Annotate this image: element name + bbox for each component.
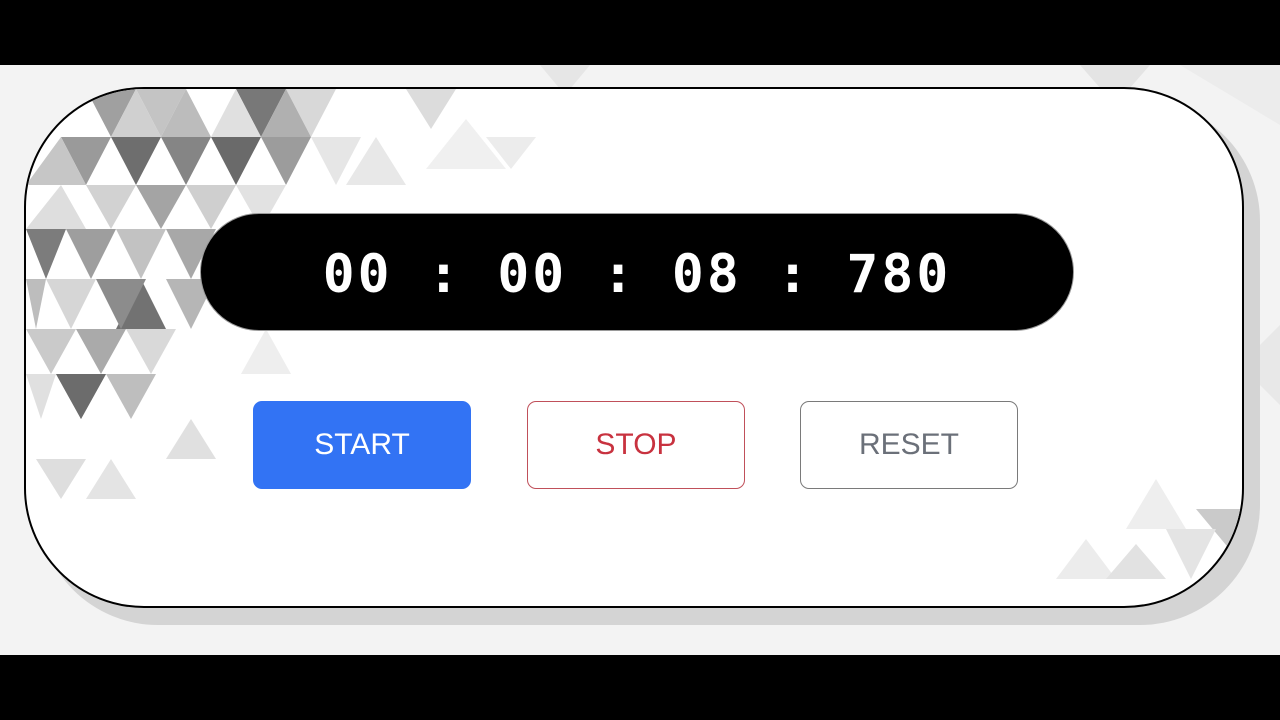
start-button[interactable]: START — [253, 401, 471, 489]
timer-hours: 00 — [322, 243, 393, 305]
letterbox-top — [0, 0, 1280, 65]
letterbox-bottom — [0, 655, 1280, 720]
timer-minutes: 00 — [497, 243, 568, 305]
stop-button[interactable]: STOP — [527, 401, 745, 489]
timer-milliseconds: 780 — [846, 243, 952, 305]
stage: 00 : 00 : 08 : 780 START STOP RESET — [0, 65, 1280, 655]
triangle-pattern-decoration — [26, 89, 1242, 579]
reset-button[interactable]: RESET — [800, 401, 1018, 489]
timer-readout: 00 : 00 : 08 : 780 — [323, 244, 952, 305]
timer-display: 00 : 00 : 08 : 780 — [200, 213, 1074, 331]
timer-seconds: 08 — [671, 243, 742, 305]
timer-separator: : — [602, 243, 637, 305]
timer-separator: : — [776, 243, 812, 305]
stopwatch-card: 00 : 00 : 08 : 780 START STOP RESET — [24, 87, 1244, 608]
timer-separator: : — [427, 243, 463, 305]
